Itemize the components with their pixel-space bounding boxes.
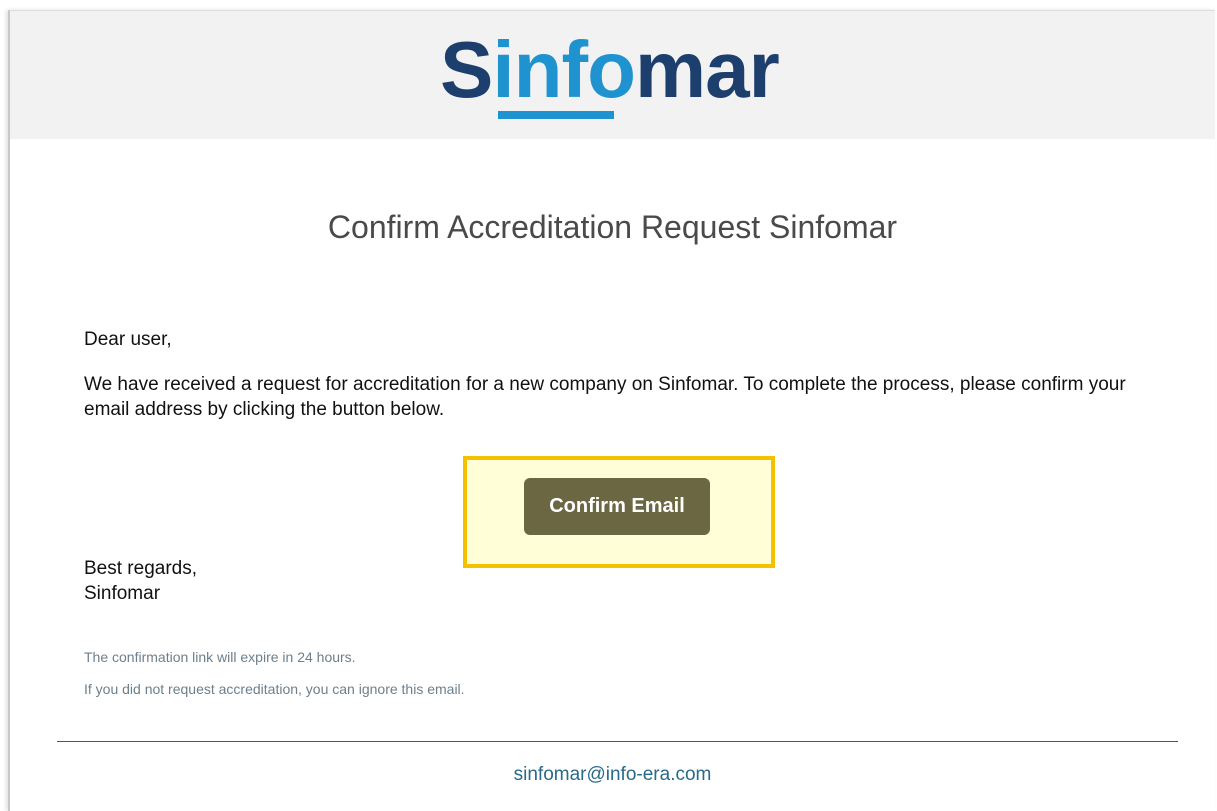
svg-text:Sinfomar: Sinfomar [440, 25, 779, 114]
greeting-text: Dear user, [84, 329, 172, 350]
footer-divider [57, 741, 1178, 742]
sinfomar-logo: Sinfomar [440, 23, 800, 123]
email-header: Sinfomar [10, 11, 1215, 139]
regards-line: Best regards, [84, 558, 197, 579]
signature-block: Best regards, Sinfomar [84, 556, 1144, 606]
confirm-email-button[interactable]: Confirm Email [524, 478, 710, 535]
contact-email-link[interactable]: sinfomar@info-era.com [10, 764, 1215, 786]
expiry-note: The confirmation link will expire in 24 … [84, 649, 356, 665]
ignore-note: If you did not request accreditation, yo… [84, 681, 465, 697]
email-frame: Sinfomar Confirm Accreditation Request S… [8, 10, 1215, 811]
email-title: Confirm Accreditation Request Sinfomar [327, 209, 898, 245]
signature-name: Sinfomar [84, 583, 161, 604]
body-paragraph: We have received a request for accredita… [84, 374, 1126, 420]
